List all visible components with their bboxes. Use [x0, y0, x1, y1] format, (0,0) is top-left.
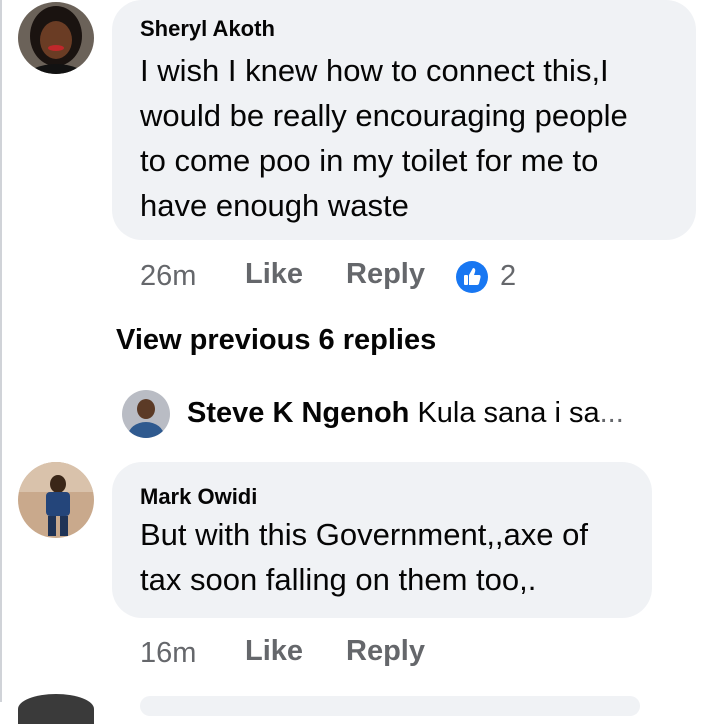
reply-preview-ellipsis: ...	[599, 397, 624, 429]
comment-text-line: to come poo in my toilet for me to	[140, 143, 599, 178]
comment-bubble-next	[140, 696, 640, 716]
comment-text-line: But with this Government,,axe of	[140, 517, 588, 552]
comment-text-line: would be really encouraging people	[140, 98, 628, 133]
comment-timestamp[interactable]: 16m	[140, 637, 196, 670]
comment-text-line: have enough waste	[140, 188, 409, 223]
view-previous-replies-link[interactable]: View previous 6 replies	[116, 324, 436, 357]
avatar-mark-owidi[interactable]	[18, 462, 94, 538]
comment-text-line: tax soon falling on them too,.	[140, 562, 537, 597]
reply-preview-author[interactable]: Steve K Ngenoh	[187, 397, 409, 429]
thumbs-up-icon[interactable]	[455, 260, 489, 294]
comment-author[interactable]: Sheryl Akoth	[140, 16, 275, 42]
comment-timestamp[interactable]: 26m	[140, 260, 196, 293]
thread-edge-line	[0, 0, 2, 702]
avatar-steve-k-ngenoh[interactable]	[122, 390, 170, 438]
avatar-sheryl-akoth[interactable]	[18, 2, 94, 74]
reaction-count[interactable]: 2	[500, 260, 516, 293]
like-button[interactable]: Like	[245, 258, 303, 291]
comment-author[interactable]: Mark Owidi	[140, 484, 257, 510]
comment-text-line: I wish I knew how to connect this,I	[140, 53, 609, 88]
reply-preview[interactable]: Steve K Ngenoh Kula sana i sa...	[187, 397, 624, 430]
reply-button[interactable]: Reply	[346, 258, 425, 291]
avatar-next-comment[interactable]	[18, 694, 94, 724]
reply-button[interactable]: Reply	[346, 635, 425, 668]
reply-preview-text: Kula sana i sa	[417, 397, 600, 429]
like-button[interactable]: Like	[245, 635, 303, 668]
